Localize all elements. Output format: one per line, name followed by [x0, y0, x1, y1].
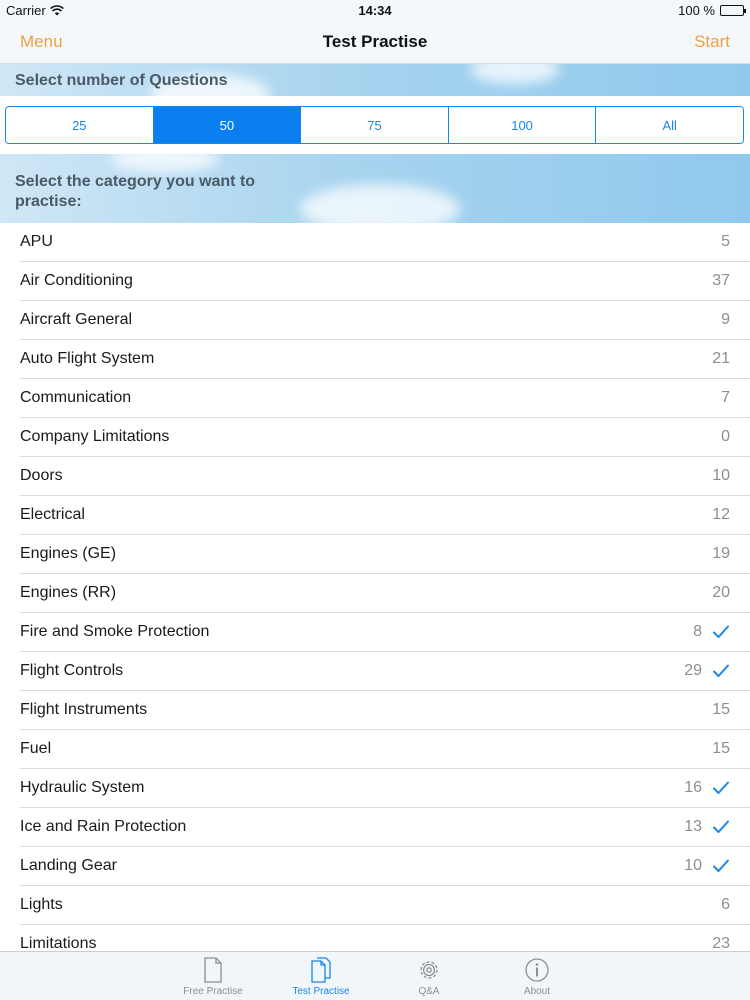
category-count: 10 [712, 467, 730, 484]
category-row[interactable]: Air Conditioning 37 [20, 262, 750, 301]
checkmark-icon [713, 664, 729, 677]
category-name: Company Limitations [20, 428, 170, 445]
tab-free-practise-label: Free Practise [183, 986, 243, 997]
start-button[interactable]: Start [694, 32, 730, 52]
category-row[interactable]: Landing Gear 10 [20, 847, 750, 886]
category-row[interactable]: Lights 6 [20, 886, 750, 925]
category-count: 19 [712, 545, 730, 562]
status-bar: Carrier 14:34 100 % [0, 0, 750, 22]
category-row[interactable]: Flight Instruments 15 [20, 691, 750, 730]
category-name: Ice and Rain Protection [20, 818, 187, 835]
category-count: 20 [712, 584, 730, 601]
document-icon [204, 957, 222, 983]
category-count: 37 [712, 272, 730, 289]
checkmark-icon [713, 859, 729, 872]
category-row[interactable]: Electrical 12 [20, 496, 750, 535]
battery-indicator: 100 % [678, 3, 746, 18]
category-name: Communication [20, 389, 132, 406]
category-name: Aircraft General [20, 311, 133, 328]
info-icon [525, 958, 549, 982]
tab-test-practise-label: Test Practise [292, 986, 350, 997]
category-name: Air Conditioning [20, 272, 133, 289]
category-count: 13 [684, 818, 702, 835]
tab-about-label: About [523, 986, 551, 997]
category-name: Fire and Smoke Protection [20, 623, 210, 640]
category-name: Hydraulic System [20, 779, 145, 796]
category-row[interactable]: Company Limitations 0 [20, 418, 750, 457]
category-header-label: Select the category you want to practise… [15, 173, 256, 210]
category-name: Lights [20, 896, 63, 913]
category-row[interactable]: Fire and Smoke Protection 8 [20, 613, 750, 652]
category-row[interactable]: Ice and Rain Protection 13 [20, 808, 750, 847]
category-name: Landing Gear [20, 857, 117, 874]
segment-all[interactable]: All [596, 107, 743, 143]
category-name: Doors [20, 467, 63, 484]
category-count: 5 [721, 233, 730, 250]
tab-qa-label: Q&A [418, 986, 440, 997]
category-name: Engines (GE) [20, 545, 117, 562]
category-row[interactable]: Communication 7 [20, 379, 750, 418]
category-count: 0 [721, 428, 730, 445]
category-row[interactable]: Doors 10 [20, 457, 750, 496]
tab-qa[interactable]: Q&A [375, 952, 483, 1000]
category-count: 8 [693, 623, 702, 640]
category-row[interactable]: Aircraft General 9 [20, 301, 750, 340]
checkmark-icon [713, 625, 729, 638]
category-count: 9 [721, 311, 730, 328]
checkmark-icon [713, 820, 729, 833]
category-name: Flight Instruments [20, 701, 148, 718]
documents-icon [311, 957, 331, 983]
category-row[interactable]: Fuel 15 [20, 730, 750, 769]
page-title: Test Practise [322, 32, 428, 51]
category-row[interactable]: APU 5 [20, 223, 750, 262]
category-count: 29 [684, 662, 702, 679]
checkmark-icon [713, 781, 729, 794]
question-count-selector: 25 50 75 100 All [5, 106, 744, 144]
category-count: 10 [684, 857, 702, 874]
category-section-header: Select the category you want to practise… [0, 154, 750, 223]
segment-50[interactable]: 50 [153, 107, 302, 143]
status-time: 14:34 [358, 3, 392, 18]
tab-about[interactable]: About [483, 952, 591, 1000]
questions-header-label: Select number of Questions [15, 72, 228, 89]
category-name: Electrical [20, 506, 85, 523]
category-row[interactable]: Auto Flight System 21 [20, 340, 750, 379]
category-count: 21 [712, 350, 730, 367]
category-row[interactable]: Engines (GE) 19 [20, 535, 750, 574]
tab-bar: Free Practise Test Practise Q&A About [0, 951, 750, 1000]
category-name: Fuel [20, 740, 52, 757]
category-row[interactable]: Flight Controls 29 [20, 652, 750, 691]
category-list: APU 5 Air Conditioning 37 Aircraft General 9 A… [0, 223, 750, 964]
tab-test-practise[interactable]: Test Practise [267, 952, 375, 1000]
category-name: Engines (RR) [20, 584, 117, 601]
category-row[interactable]: Engines (RR) 20 [20, 574, 750, 613]
battery-label: 100 % [678, 3, 715, 18]
category-count: 12 [712, 506, 730, 523]
questions-section-header: Select number of Questions [0, 64, 750, 96]
category-row[interactable]: Hydraulic System 16 [20, 769, 750, 808]
segment-100[interactable]: 100 [448, 107, 597, 143]
tab-free-practise[interactable]: Free Practise [159, 952, 267, 1000]
gear-icon [420, 961, 438, 979]
category-name: APU [20, 233, 53, 250]
category-count: 7 [721, 389, 730, 406]
category-count: 16 [684, 779, 702, 796]
category-count: 15 [712, 701, 730, 718]
battery-icon [720, 5, 746, 16]
navigation-bar: Menu Test Practise Start [0, 22, 750, 64]
question-count-area: 25 50 75 100 All [0, 96, 750, 154]
segment-75[interactable]: 75 [301, 107, 449, 143]
category-name: Auto Flight System [20, 350, 155, 367]
category-count: 6 [721, 896, 730, 913]
segment-25[interactable]: 25 [6, 107, 154, 143]
category-name: Flight Controls [20, 662, 124, 679]
category-count: 15 [712, 740, 730, 757]
